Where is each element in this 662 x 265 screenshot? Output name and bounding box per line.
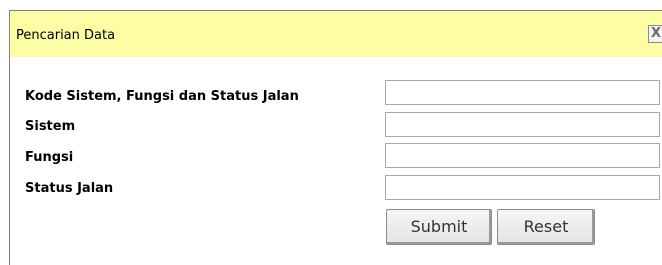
dialog-titlebar: Pencarian Data X [10, 11, 662, 57]
sistem-input[interactable] [385, 112, 660, 137]
close-icon[interactable]: X [648, 25, 662, 43]
dialog-title: Pencarian Data [16, 28, 116, 43]
fungsi-input[interactable] [385, 143, 660, 168]
submit-button[interactable]: Submit [386, 209, 492, 245]
field-label-sistem: Sistem [25, 119, 76, 134]
reset-button[interactable]: Reset [497, 209, 595, 245]
field-label-kode: Kode Sistem, Fungsi dan Status Jalan [25, 89, 299, 104]
kode-input[interactable] [385, 80, 660, 105]
status-jalan-input[interactable] [385, 175, 660, 200]
field-label-fungsi: Fungsi [25, 150, 74, 165]
search-dialog: Pencarian Data X Kode Sistem, Fungsi dan… [9, 10, 662, 265]
field-label-status-jalan: Status Jalan [25, 181, 114, 196]
